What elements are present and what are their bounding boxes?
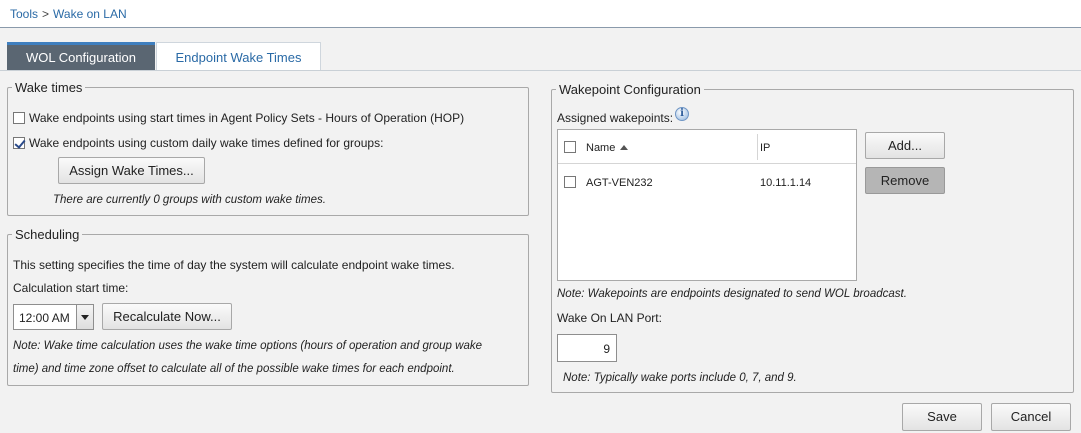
- row-ip: 10.11.1.14: [760, 177, 812, 189]
- hop-checkbox[interactable]: [13, 112, 25, 124]
- custom-times-checkbox[interactable]: [13, 137, 25, 149]
- select-all-checkbox[interactable]: [564, 141, 576, 153]
- column-name-label: Name: [586, 142, 616, 154]
- assign-wake-times-button[interactable]: Assign Wake Times...: [58, 157, 205, 184]
- column-header-name[interactable]: Name: [586, 142, 629, 154]
- breadcrumb-tools-link[interactable]: Tools: [10, 7, 38, 21]
- hop-option-label: Wake endpoints using start times in Agen…: [29, 111, 465, 125]
- chevron-down-icon[interactable]: [76, 305, 93, 329]
- recalculate-now-button[interactable]: Recalculate Now...: [102, 303, 232, 330]
- wakepoints-table: Name IP AGT-VEN232 10.11.1.14: [557, 129, 857, 281]
- scheduling-note-line1: Note: Wake time calculation uses the wak…: [13, 340, 482, 352]
- scheduling-note-line2: time) and time zone offset to calculate …: [13, 363, 455, 375]
- column-header-ip[interactable]: IP: [760, 142, 770, 154]
- add-wakepoint-button[interactable]: Add...: [865, 132, 945, 159]
- port-note: Note: Typically wake ports include 0, 7,…: [563, 372, 797, 384]
- assigned-wakepoints-label: Assigned wakepoints:: [557, 111, 674, 125]
- table-header: Name IP: [558, 130, 856, 164]
- sort-ascending-icon: [620, 145, 629, 150]
- wakepoints-note: Note: Wakepoints are endpoints designate…: [557, 288, 907, 300]
- custom-option-row[interactable]: Wake endpoints using custom daily wake t…: [13, 136, 383, 150]
- scheduling-description: This setting specifies the time of day t…: [13, 258, 455, 272]
- start-time-label: Calculation start time:: [13, 281, 129, 295]
- wake-times-legend: Wake times: [15, 80, 83, 95]
- wol-port-input[interactable]: 9: [557, 334, 617, 362]
- save-button[interactable]: Save: [902, 403, 982, 431]
- remove-wakepoint-button[interactable]: Remove: [865, 167, 945, 194]
- row-checkbox[interactable]: [564, 176, 576, 188]
- table-row[interactable]: AGT-VEN232 10.11.1.14: [558, 165, 856, 195]
- hop-option-row[interactable]: Wake endpoints using start times in Agen…: [13, 111, 464, 125]
- custom-option-label: Wake endpoints using custom daily wake t…: [29, 136, 384, 150]
- row-name: AGT-VEN232: [586, 177, 653, 189]
- start-time-value: 12:00 AM: [19, 311, 70, 325]
- start-time-select[interactable]: 12:00 AM: [13, 304, 94, 330]
- column-divider: [757, 134, 758, 160]
- wol-port-label: Wake On LAN Port:: [557, 311, 662, 325]
- tab-endpoint-wake-times[interactable]: Endpoint Wake Times: [156, 42, 321, 71]
- scheduling-legend: Scheduling: [15, 227, 80, 242]
- wakepoint-legend: Wakepoint Configuration: [559, 82, 701, 97]
- breadcrumb-current: Wake on LAN: [53, 7, 127, 21]
- breadcrumb-separator: >: [42, 7, 50, 21]
- breadcrumb: Tools > Wake on LAN: [10, 7, 127, 21]
- tab-wol-configuration[interactable]: WOL Configuration: [7, 42, 155, 71]
- top-bar: Tools > Wake on LAN: [0, 0, 1081, 28]
- cancel-button[interactable]: Cancel: [991, 403, 1071, 431]
- info-icon[interactable]: i: [675, 107, 689, 121]
- groups-note: There are currently 0 groups with custom…: [53, 194, 326, 206]
